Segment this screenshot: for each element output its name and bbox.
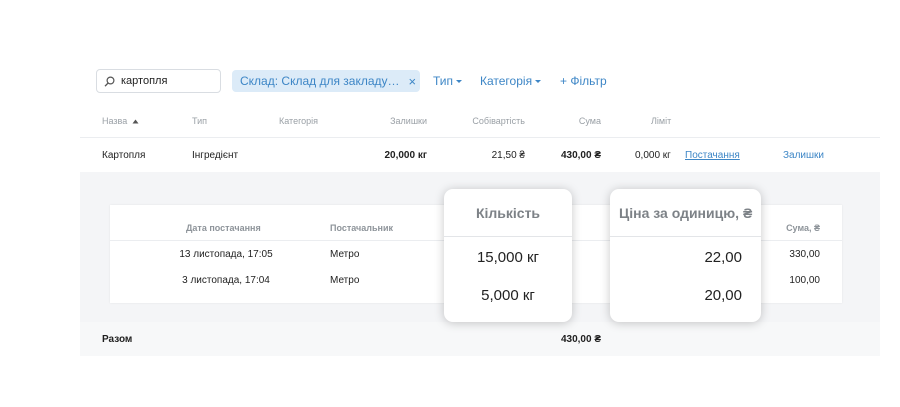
column-header-type[interactable]: Тип xyxy=(192,116,207,126)
row-sum: 430,00 ₴ xyxy=(560,150,601,161)
category-filter-dropdown[interactable]: Категорія xyxy=(480,74,542,88)
warehouse-filter-label: Склад: Склад для закладу… xyxy=(240,74,400,88)
warehouse-filter-chip[interactable]: Склад: Склад для закладу… × xyxy=(232,70,420,92)
row-type: Інгредієнт xyxy=(192,150,239,161)
quantity-column-header: Кількість xyxy=(444,189,572,237)
column-header-name[interactable]: Назва xyxy=(102,116,139,126)
row-limit: 0,000 кг xyxy=(635,150,671,161)
chevron-down-icon xyxy=(535,80,542,84)
supply-unit-price: 20,00 xyxy=(704,287,742,304)
supply-sum: 100,00 xyxy=(789,275,820,286)
row-name: Картопля xyxy=(102,150,146,161)
category-filter-label: Категорія xyxy=(480,74,533,88)
table-row[interactable]: Картопля Інгредієнт 20,000 кг 21,50 ₴ 43… xyxy=(80,138,880,172)
stock-link[interactable]: Залишки xyxy=(783,150,824,161)
supply-supplier: Метро xyxy=(330,275,360,286)
total-label: Разом xyxy=(102,334,133,345)
add-filter-button[interactable]: + Фільтр xyxy=(560,74,607,88)
unit-price-column-header: Ціна за одиницю, ₴ xyxy=(610,189,761,237)
column-header-cost[interactable]: Собівартість xyxy=(455,116,525,126)
quantity-column-callout: Кількість 15,000 кг 5,000 кг xyxy=(444,189,572,322)
supply-sum: 330,00 xyxy=(789,249,820,260)
total-row: Разом 430,00 ₴ xyxy=(80,322,880,356)
supply-supplier: Метро xyxy=(330,249,360,260)
column-header-category[interactable]: Категорія xyxy=(279,116,318,126)
row-stock: 20,000 кг xyxy=(384,150,427,161)
search-box[interactable] xyxy=(96,69,221,93)
supplies-header-sum: Сума, ₴ xyxy=(786,223,820,233)
supply-quantity: 5,000 кг xyxy=(481,287,535,304)
search-input[interactable] xyxy=(121,75,211,87)
close-icon[interactable]: × xyxy=(409,74,417,89)
supply-unit-price: 22,00 xyxy=(704,249,742,266)
supplies-link[interactable]: Постачання xyxy=(685,150,740,161)
supplies-header-supplier: Постачальник xyxy=(330,223,393,233)
chevron-down-icon xyxy=(456,80,463,84)
column-header-stock[interactable]: Залишки xyxy=(367,116,427,126)
supply-date: 13 листопада, 17:05 xyxy=(179,249,273,260)
search-icon xyxy=(104,75,115,87)
column-header-sum[interactable]: Сума xyxy=(551,116,601,126)
type-filter-dropdown[interactable]: Тип xyxy=(433,74,463,88)
type-filter-label: Тип xyxy=(433,74,454,88)
column-header-limit[interactable]: Ліміт xyxy=(651,116,671,126)
total-sum: 430,00 ₴ xyxy=(560,334,601,345)
unit-price-column-callout: Ціна за одиницю, ₴ 22,00 20,00 xyxy=(610,189,761,322)
sort-ascending-icon xyxy=(132,119,139,124)
supply-quantity: 15,000 кг xyxy=(476,249,540,266)
supply-date: 3 листопада, 17:04 xyxy=(182,275,270,286)
supplies-header-date: Дата постачання xyxy=(186,223,261,233)
row-cost: 21,50 ₴ xyxy=(491,150,525,161)
column-header-name-label: Назва xyxy=(102,116,128,126)
